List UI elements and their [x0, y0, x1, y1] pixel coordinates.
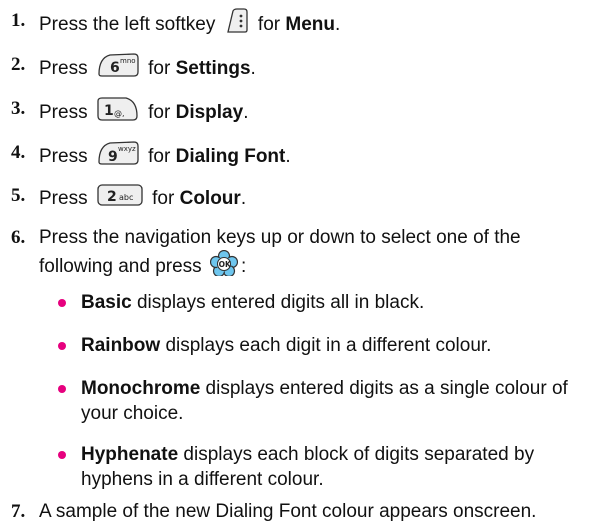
- left-softkey-icon: [224, 8, 250, 42]
- bullet-dot: [58, 342, 66, 350]
- step-punct: .: [240, 188, 247, 210]
- step-text: for: [148, 58, 176, 80]
- key-digit: 6: [110, 60, 120, 76]
- step-text: A sample of the new Dialing Font colour …: [39, 501, 537, 522]
- step-text: Press: [39, 102, 88, 124]
- svg-text:OK: OK: [219, 260, 232, 269]
- key-letters: mno: [120, 57, 136, 65]
- ok-key-icon: OK: [209, 249, 239, 284]
- colour-label: Colour: [179, 188, 241, 210]
- option-name: Monochrome: [81, 378, 201, 399]
- step-number: 3.: [11, 98, 26, 119]
- option-description: displays entered digits all in black.: [131, 292, 425, 313]
- step-number: 2.: [11, 54, 26, 75]
- key-2-icon: 2 abc: [96, 183, 144, 215]
- option-name: Rainbow: [81, 335, 161, 356]
- step-number: 6.: [11, 227, 26, 248]
- step-number: 4.: [11, 142, 26, 163]
- key-letters: abc: [119, 193, 133, 202]
- bullet-dot: [58, 299, 66, 307]
- step-punct: .: [243, 102, 249, 124]
- key-letters: wxyz: [118, 145, 136, 153]
- settings-label: Settings: [175, 58, 251, 80]
- option-name: Hyphenate: [81, 444, 179, 465]
- option-description: displays each block of digits separated …: [178, 444, 535, 465]
- key-letters: @,: [114, 109, 125, 118]
- option-name: Basic: [81, 292, 132, 313]
- step-text: for: [148, 102, 176, 124]
- key-digit: 1: [104, 103, 114, 119]
- step-punct: :: [240, 256, 247, 278]
- option-description: displays entered digits as a single colo…: [200, 378, 568, 399]
- bullet-dot: [58, 451, 66, 459]
- step-punct: .: [250, 58, 256, 80]
- key-digit: 2: [107, 189, 117, 205]
- step-text: Press: [39, 188, 88, 210]
- step-text: Press: [39, 58, 88, 80]
- step-text: Press the navigation keys up or down to …: [39, 227, 521, 248]
- step-number: 7.: [11, 501, 26, 522]
- step-text: for: [152, 188, 180, 210]
- option-description: displays each digit in a different colou…: [160, 335, 492, 356]
- option-description: your choice.: [81, 403, 184, 424]
- step-text: for: [257, 14, 286, 36]
- step-text: Press: [39, 146, 88, 168]
- dialing-font-label: Dialing Font: [175, 146, 286, 168]
- option-description: hyphens in a different colour.: [81, 469, 324, 490]
- menu-label: Menu: [285, 14, 335, 36]
- step-punct: .: [334, 14, 341, 36]
- step-number: 1.: [11, 10, 26, 31]
- instruction-document: 1. Press the left softkey for Menu. 2. P…: [0, 0, 595, 529]
- step-text: following and press: [39, 256, 202, 278]
- step-number: 5.: [11, 185, 26, 206]
- step-text: Press the left softkey: [39, 14, 216, 36]
- bullet-dot: [58, 385, 66, 393]
- key-digit: 9: [108, 149, 118, 165]
- step-punct: .: [285, 146, 291, 168]
- step-text: for: [148, 146, 176, 168]
- display-label: Display: [175, 102, 244, 124]
- key-1-icon: 1 @,: [96, 96, 140, 130]
- key-9-icon: 9 wxyz: [96, 140, 140, 174]
- key-6-icon: 6 mno: [96, 52, 140, 86]
